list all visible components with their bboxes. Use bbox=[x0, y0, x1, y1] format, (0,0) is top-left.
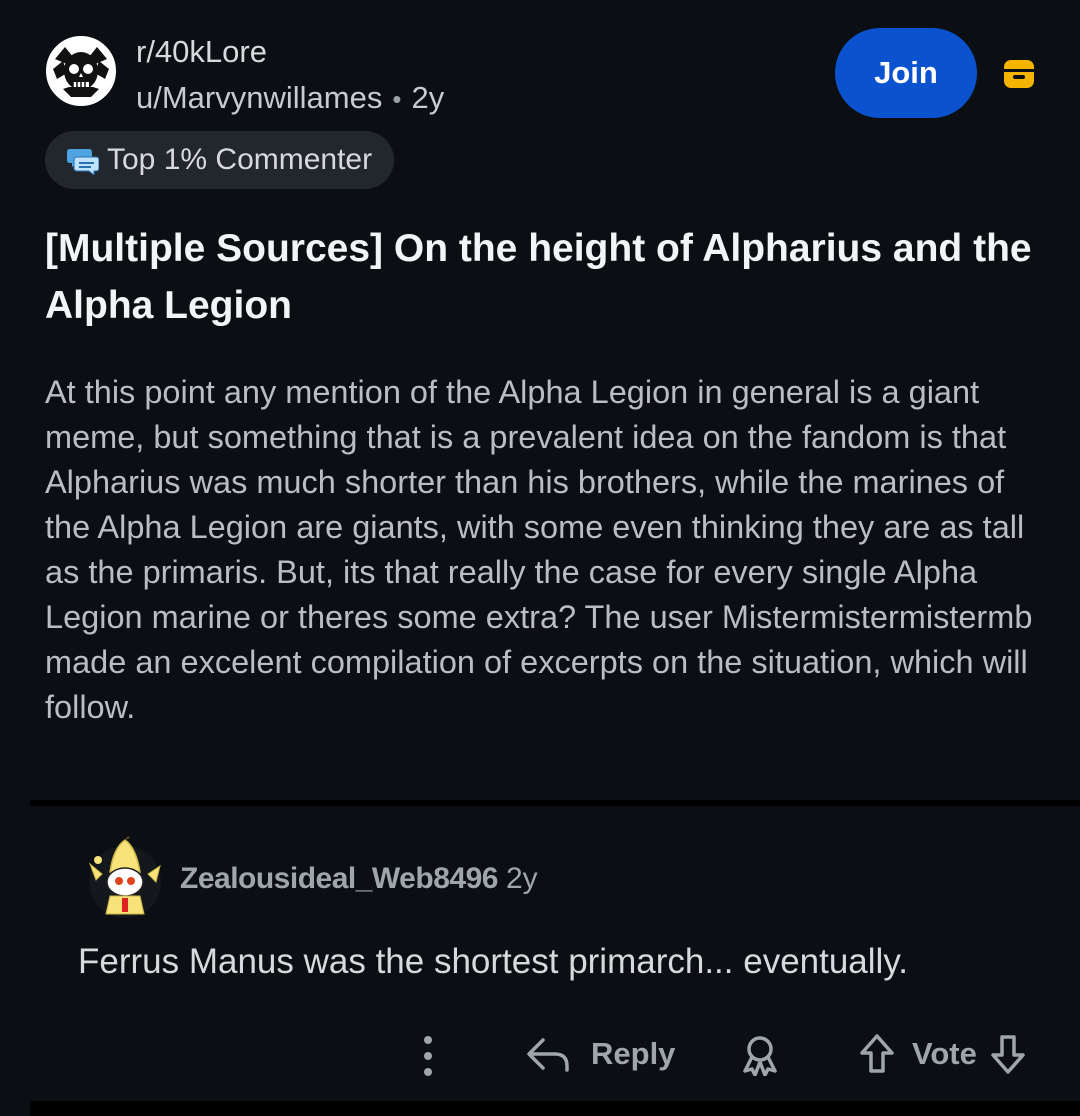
meta-separator: • bbox=[392, 84, 402, 114]
subreddit-name[interactable]: r/40kLore bbox=[136, 34, 267, 70]
join-button[interactable]: Join bbox=[835, 28, 977, 118]
reply-button[interactable]: Reply bbox=[525, 1032, 675, 1076]
banana-snoo-icon[interactable] bbox=[82, 836, 168, 922]
comment-body: Ferrus Manus was the shortest primarch..… bbox=[78, 942, 908, 981]
post-card: r/40kLore u/Marvynwillames • 2y Join Top 1… bbox=[0, 0, 1080, 800]
post-author[interactable]: u/Marvynwillames bbox=[136, 80, 382, 115]
vertical-dots-icon[interactable] bbox=[418, 1034, 438, 1078]
downvote-arrow-icon[interactable] bbox=[989, 1033, 1027, 1075]
upvote-arrow-icon[interactable] bbox=[858, 1033, 896, 1075]
post-meta: u/Marvynwillames • 2y bbox=[136, 80, 444, 116]
post-title[interactable]: [Multiple Sources] On the height of Alph… bbox=[45, 220, 1045, 334]
reply-arrow-icon bbox=[527, 1038, 569, 1072]
comment-meta: Zealousideal_Web8496 2y bbox=[180, 862, 538, 896]
vote-controls: Vote bbox=[858, 1032, 1027, 1076]
post-age: 2y bbox=[411, 80, 445, 115]
user-flair-badge[interactable]: Top 1% Commenter bbox=[45, 131, 395, 189]
comment-thread-gutter bbox=[0, 806, 30, 1116]
comment-action-bar: Reply Vote bbox=[30, 1024, 1080, 1084]
flair-label: Top 1% Commenter bbox=[107, 143, 373, 176]
post-body: At this point any mention of the Alpha L… bbox=[45, 374, 1033, 725]
bottom-divider bbox=[30, 1101, 1080, 1116]
comment: Zealousideal_Web8496 2y Ferrus Manus was … bbox=[30, 806, 1080, 1101]
award-icon[interactable] bbox=[740, 1034, 780, 1076]
chat-bubbles-icon bbox=[67, 149, 99, 175]
comment-author[interactable]: Zealousideal_Web8496 bbox=[180, 862, 498, 895]
vote-label: Vote bbox=[912, 1036, 977, 1071]
reply-label: Reply bbox=[591, 1036, 676, 1071]
subreddit-avatar[interactable] bbox=[46, 36, 116, 106]
archive-box-icon[interactable] bbox=[1002, 58, 1036, 90]
skull-emblem-icon bbox=[49, 39, 113, 103]
comment-age: 2y bbox=[505, 862, 538, 895]
